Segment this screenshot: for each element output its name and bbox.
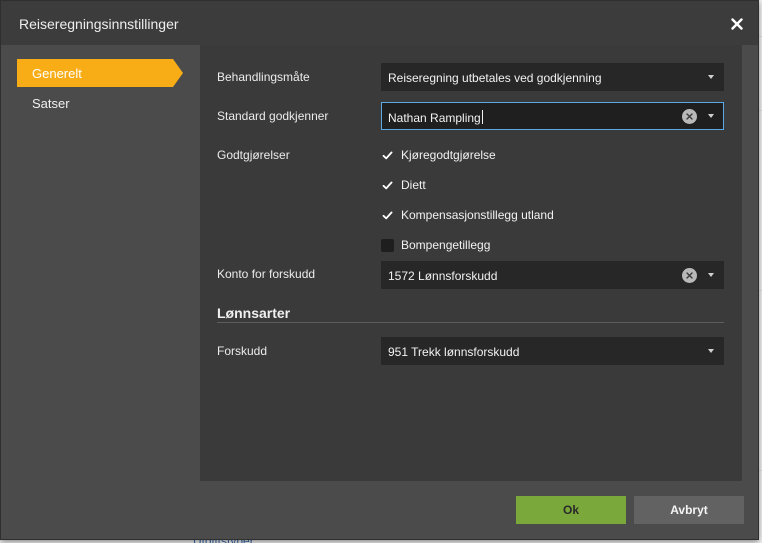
settings-panel: Behandlingsmåte Reiseregning utbetales v… — [200, 45, 742, 481]
chevron-down-icon — [708, 273, 714, 277]
text-cursor — [481, 110, 483, 124]
nav-item-label: Satser — [32, 96, 70, 111]
checkbox-checked[interactable] — [381, 179, 394, 192]
chevron-down-icon — [708, 114, 714, 118]
checkbox-checked[interactable] — [381, 209, 394, 222]
konto-value: 1572 Lønnsforskudd — [388, 269, 498, 283]
clear-icon — [686, 272, 693, 279]
nav-item-generelt[interactable]: Generelt — [17, 59, 183, 87]
checkmark-icon — [382, 211, 393, 219]
checkbox-label: Diett — [401, 178, 426, 192]
ok-button[interactable]: Ok — [516, 496, 626, 524]
section-divider — [217, 322, 724, 323]
cancel-button[interactable]: Avbryt — [634, 496, 744, 524]
chevron-down-icon — [708, 349, 714, 353]
godkjenner-select[interactable]: Nathan Rampling — [381, 102, 724, 130]
close-icon — [731, 18, 743, 30]
konto-label: Konto for forskudd — [217, 267, 316, 281]
behandlingsmate-value: Reiseregning utbetales ved godkjenning — [388, 71, 602, 85]
godtgjorelser-label: Godtgjørelser — [217, 148, 290, 162]
checkbox-diett[interactable]: Diett — [381, 177, 426, 193]
checkbox-unchecked[interactable] — [381, 238, 394, 252]
close-button[interactable] — [726, 13, 748, 35]
checkbox-kjoregodtgjorelse[interactable]: Kjøregodtgjørelse — [381, 147, 496, 163]
godkjenner-label: Standard godkjenner — [217, 109, 329, 123]
checkbox-label: Kjøregodtgjørelse — [401, 148, 496, 162]
godkjenner-text: Nathan Rampling — [388, 111, 481, 125]
nav-item-label: Generelt — [32, 66, 82, 81]
forskudd-value: 951 Trekk lønnsforskudd — [388, 345, 520, 359]
settings-dialog: Reiseregningsinnstillinger Generelt Sats… — [0, 0, 759, 540]
behandlingsmate-label: Behandlingsmåte — [217, 70, 310, 84]
behandlingsmate-select[interactable]: Reiseregning utbetales ved godkjenning — [381, 63, 724, 91]
settings-nav: Generelt Satser — [17, 59, 185, 119]
checkbox-checked[interactable] — [381, 149, 394, 162]
clear-button[interactable] — [682, 268, 697, 283]
checkbox-kompensasjonstillegg-utland[interactable]: Kompensasjonstillegg utland — [381, 207, 554, 223]
clear-button[interactable] — [682, 109, 697, 124]
dialog-titlebar: Reiseregningsinnstillinger — [1, 1, 758, 45]
checkbox-label: Kompensasjonstillegg utland — [401, 208, 554, 222]
checkbox-label: Bompengetillegg — [401, 238, 491, 252]
checkmark-icon — [382, 181, 393, 189]
godkjenner-value: Nathan Rampling — [388, 110, 483, 125]
konto-select[interactable]: 1572 Lønnsforskudd — [381, 261, 724, 289]
forskudd-select[interactable]: 951 Trekk lønnsforskudd — [381, 337, 724, 365]
nav-item-satser[interactable]: Satser — [17, 89, 185, 117]
section-title-lonnsarter: Lønnsarter — [217, 305, 291, 321]
checkbox-bompengetillegg[interactable]: Bompengetillegg — [381, 237, 490, 253]
forskudd-label: Forskudd — [217, 344, 268, 358]
checkmark-icon — [382, 151, 393, 159]
dialog-title: Reiseregningsinnstillinger — [19, 16, 179, 32]
clear-icon — [686, 113, 693, 120]
chevron-down-icon — [708, 75, 714, 79]
